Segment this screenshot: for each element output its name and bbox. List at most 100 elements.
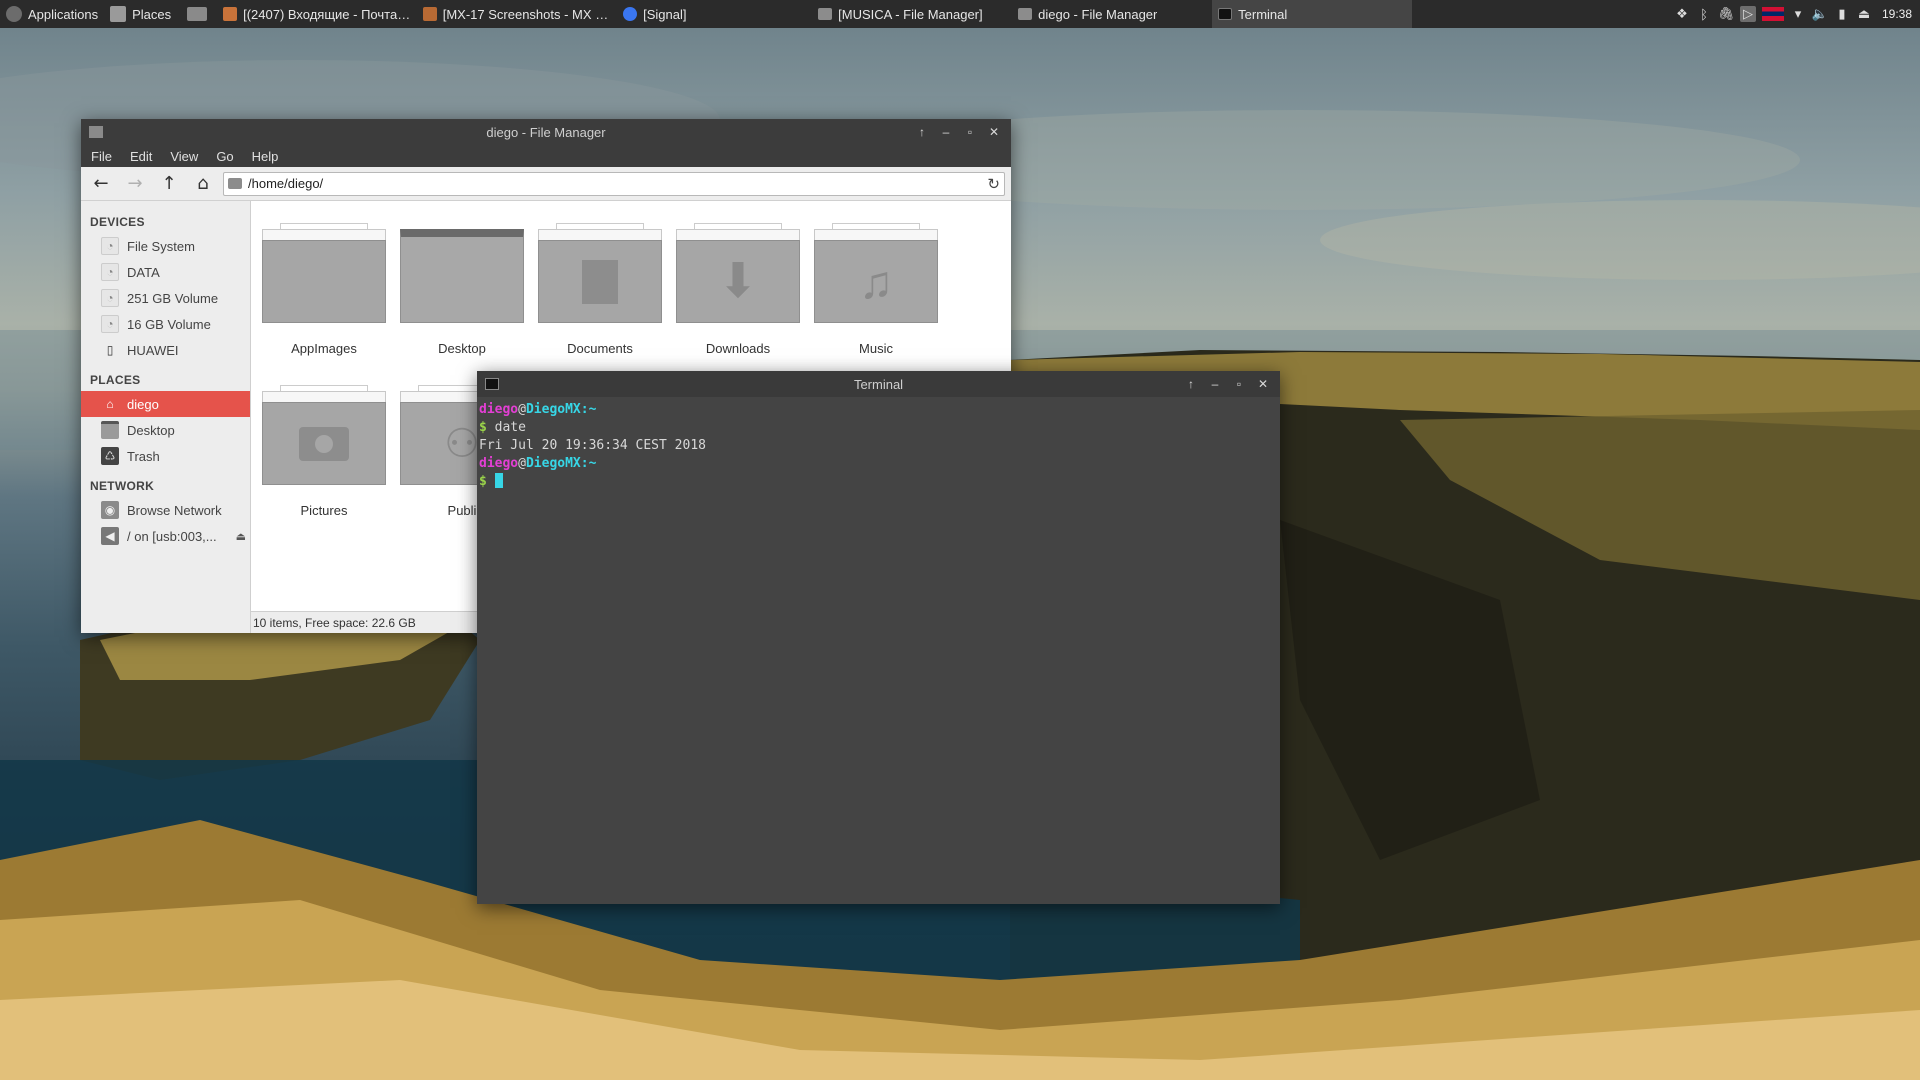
folder-item-appimages[interactable]: AppImages xyxy=(260,223,388,356)
volume-icon[interactable]: 🔈 xyxy=(1812,6,1828,22)
dropbox-icon[interactable]: ❖ xyxy=(1674,6,1690,22)
close-button[interactable]: ✕ xyxy=(1256,377,1270,391)
places-menu-button[interactable]: Places xyxy=(104,0,177,28)
reload-icon[interactable]: ↻ xyxy=(987,175,1000,193)
music-folder-icon: ♫ xyxy=(814,223,938,323)
close-button[interactable]: ✕ xyxy=(987,125,1001,139)
menu-bar: File Edit View Go Help xyxy=(81,145,1011,167)
clock[interactable]: 19:38 xyxy=(1882,7,1912,21)
sidebar-item-trash[interactable]: ♺ Trash xyxy=(81,443,250,469)
drive-icon xyxy=(228,178,242,189)
file-manager-window-icon xyxy=(89,126,103,138)
prompt-dollar: $ xyxy=(479,474,487,489)
prompt-path: :~ xyxy=(580,456,597,471)
back-arrow-icon[interactable]: ← xyxy=(87,171,115,197)
prompt-host: DiegoMX xyxy=(525,456,581,471)
sidebar-item-16gb-volume[interactable]: ◔ 16 GB Volume xyxy=(81,311,250,337)
folder-item-music[interactable]: ♫ Music xyxy=(812,223,940,356)
network-wifi-icon[interactable]: ▾ xyxy=(1790,6,1806,22)
folder-icon xyxy=(110,6,127,22)
bluetooth-icon[interactable]: ᛒ xyxy=(1696,6,1712,22)
taskbar-item-mail[interactable]: [(2407) Входящие - Почта ... xyxy=(217,0,417,28)
terminal-output[interactable]: diego@DiegoMX:~ $ date Fri Jul 20 19:36:… xyxy=(477,397,1280,495)
folder-item-documents[interactable]: Documents xyxy=(536,223,664,356)
sidebar: DEVICES ◔ File System ◔ DATA ◔ 251 GB Vo… xyxy=(81,201,251,633)
sidebar-item-label: Desktop xyxy=(127,422,175,438)
battery-icon[interactable]: ▮ xyxy=(1834,6,1850,22)
folder-item-downloads[interactable]: ⬇ Downloads xyxy=(674,223,802,356)
folder-item-desktop[interactable]: Desktop xyxy=(398,223,526,356)
taskbar-item-signal[interactable]: [Signal] xyxy=(617,0,812,28)
show-desktop-button[interactable] xyxy=(177,0,217,28)
sidebar-item-file-system[interactable]: ◔ File System xyxy=(81,233,250,259)
updater-icon[interactable]: ▷ xyxy=(1739,6,1756,22)
maximize-button[interactable]: ▫ xyxy=(1232,377,1246,391)
sidebar-item-data[interactable]: ◔ DATA xyxy=(81,259,250,285)
terminal-titlebar[interactable]: Terminal ↑ – ▫ ✕ xyxy=(477,371,1280,397)
keep-above-button[interactable]: ↑ xyxy=(915,125,929,139)
prompt-user: diego xyxy=(479,402,519,417)
eject-icon[interactable]: ⏏ xyxy=(236,530,246,543)
sidebar-item-diego[interactable]: ⌂ diego xyxy=(81,391,250,417)
clipboard-icon[interactable]: 🖇 xyxy=(1718,6,1735,22)
input-line[interactable]: $ xyxy=(479,473,1278,491)
keep-above-button[interactable]: ↑ xyxy=(1184,377,1198,391)
folder-icon xyxy=(262,223,386,323)
applications-menu-button[interactable]: Applications xyxy=(0,0,104,28)
prompt-at: @ xyxy=(518,456,526,471)
taskbar-item-terminal[interactable]: Terminal xyxy=(1212,0,1413,28)
menu-edit[interactable]: Edit xyxy=(128,149,154,164)
taskbar-item-browser[interactable]: [MX-17 Screenshots - MX Li... xyxy=(417,0,617,28)
system-tray: ❖ ᛒ 🖇 ▷ ▾ 🔈 ▮ ⏏ 19:38 xyxy=(1674,6,1920,22)
music-note-icon: ♫ xyxy=(858,255,894,308)
pictures-folder-icon xyxy=(262,385,386,485)
forward-arrow-icon[interactable]: → xyxy=(121,171,149,197)
taskbar-item-diego-file-manager[interactable]: diego - File Manager xyxy=(1012,0,1212,28)
maximize-button[interactable]: ▫ xyxy=(963,125,977,139)
sidebar-item-label: DATA xyxy=(127,264,160,280)
sidebar-item-label: Trash xyxy=(127,448,160,464)
up-arrow-icon[interactable]: ↑ xyxy=(155,171,183,197)
minimize-button[interactable]: – xyxy=(939,125,953,139)
home-icon[interactable]: ⌂ xyxy=(189,171,217,197)
network-icon: ◉ xyxy=(101,501,119,519)
sidebar-header-places: PLACES xyxy=(90,373,141,387)
sidebar-item-huawei[interactable]: ▯ HUAWEI xyxy=(81,337,250,363)
menu-file[interactable]: File xyxy=(89,149,114,164)
drive-icon: ◔ xyxy=(101,315,119,333)
minimize-button[interactable]: – xyxy=(1208,377,1222,391)
location-path[interactable]: /home/diego/ xyxy=(248,176,981,191)
sidebar-item-label: 251 GB Volume xyxy=(127,290,219,306)
sidebar-item-label: Browse Network xyxy=(127,502,222,518)
sidebar-item-251gb-volume[interactable]: ◔ 251 GB Volume xyxy=(81,285,250,311)
eject-icon[interactable]: ⏏ xyxy=(1856,6,1872,22)
menu-go[interactable]: Go xyxy=(214,149,235,164)
drive-icon: ◔ xyxy=(101,263,119,281)
folder-label: Downloads xyxy=(705,341,771,356)
sidebar-item-usb-mount[interactable]: ◀ / on [usb:003,... ⏏ xyxy=(81,523,250,549)
status-text: 10 items, Free space: 22.6 GB xyxy=(253,615,416,630)
sidebar-header-devices: DEVICES xyxy=(90,215,145,229)
applications-label: Applications xyxy=(28,6,99,22)
taskbar-item-musica-file-manager[interactable]: [MUSICA - File Manager] xyxy=(812,0,1012,28)
file-manager-titlebar[interactable]: diego - File Manager ↑ – ▫ ✕ xyxy=(81,119,1011,145)
location-bar[interactable]: /home/diego/ ↻ xyxy=(223,171,1005,196)
taskbar-item-label: [(2407) Входящие - Почта ... xyxy=(243,6,412,22)
thunderbird-icon xyxy=(223,7,238,21)
sidebar-header-network: NETWORK xyxy=(90,479,155,493)
document-icon xyxy=(582,259,618,304)
desktop-icon xyxy=(101,421,119,439)
menu-help[interactable]: Help xyxy=(250,149,281,164)
sidebar-item-label: diego xyxy=(127,396,159,412)
toolbar: ← → ↑ ⌂ /home/diego/ ↻ xyxy=(81,167,1011,201)
drive-icon: ◔ xyxy=(101,289,119,307)
menu-view[interactable]: View xyxy=(168,149,200,164)
sidebar-item-browse-network[interactable]: ◉ Browse Network xyxy=(81,497,250,523)
folder-label: Music xyxy=(859,341,893,356)
sidebar-item-desktop[interactable]: Desktop xyxy=(81,417,250,443)
folder-item-pictures[interactable]: Pictures xyxy=(260,385,388,518)
keyboard-layout-flag-icon[interactable] xyxy=(1761,7,1784,21)
terminal-window: Terminal ↑ – ▫ ✕ diego@DiegoMX:~ $ date … xyxy=(477,371,1280,904)
command-text: date xyxy=(486,420,526,435)
prompt-path: :~ xyxy=(580,402,597,417)
